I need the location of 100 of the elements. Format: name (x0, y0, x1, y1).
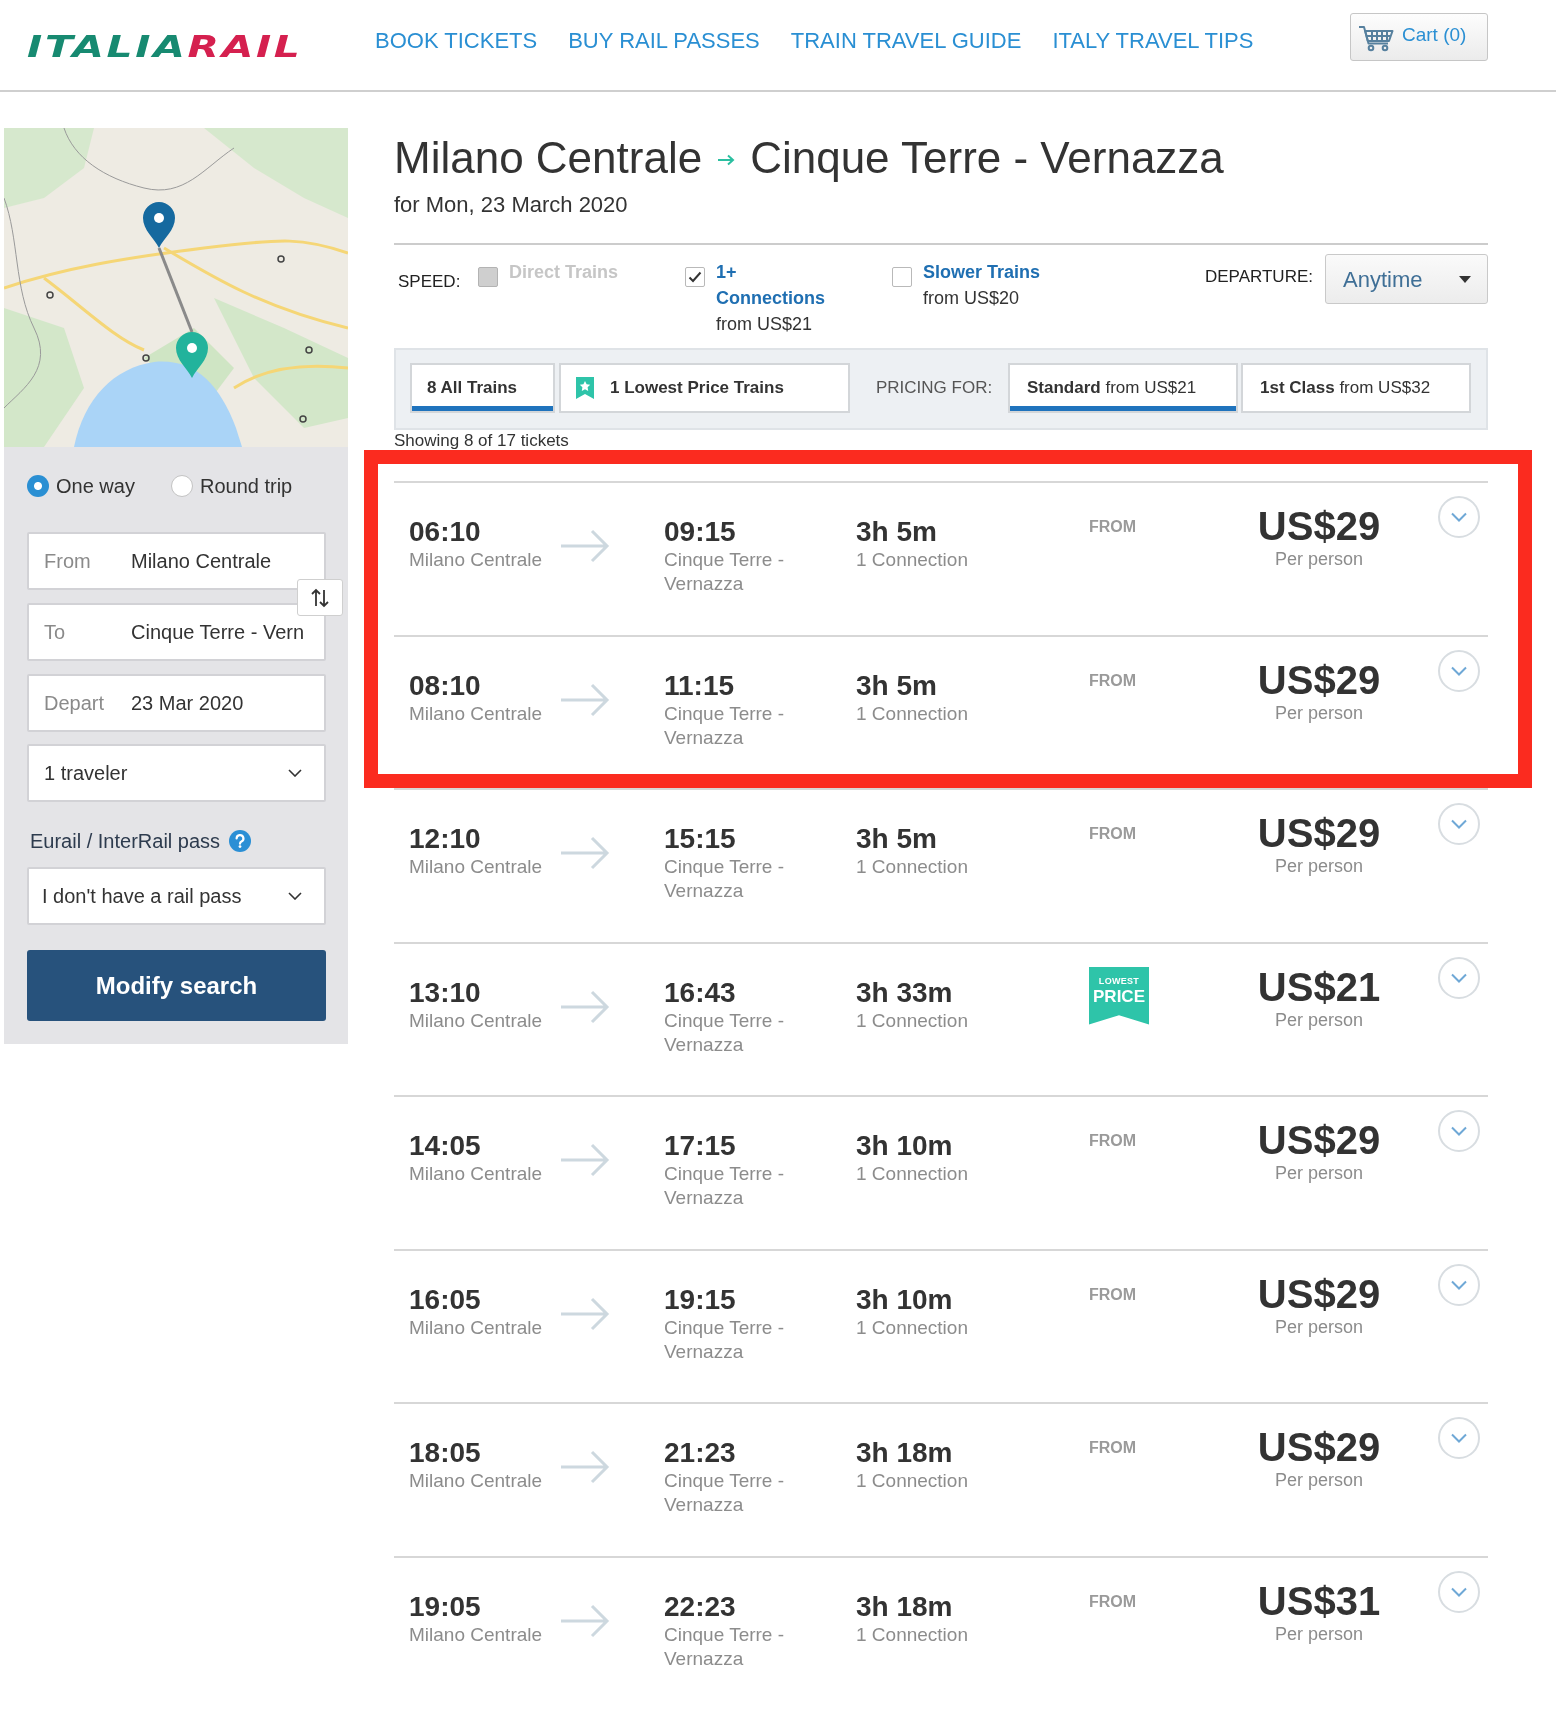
swap-button[interactable] (297, 579, 343, 616)
per-person-label: Per person (1274, 1469, 1364, 1491)
arrival-time: 19:15 (664, 1283, 736, 1316)
rail-pass-select[interactable]: I don't have a rail pass (27, 867, 326, 925)
station-name: Milano Centrale (409, 701, 543, 726)
rail-pass-label: Eurail / InterRail pass (30, 829, 221, 854)
arrow-right-icon (560, 1143, 610, 1177)
chevron-down-icon (1451, 972, 1467, 983)
connection-count: 1 Connection (856, 1315, 968, 1340)
chevron-down-icon (288, 892, 302, 900)
connection-count: 1 Connection (856, 855, 968, 879)
filter-option-label[interactable]: 1+ Connections (716, 259, 842, 311)
trip-duration: 3h 5m (856, 669, 937, 702)
station-name: Cinque Terre - Vernazza (664, 1622, 786, 1671)
checkbox[interactable] (892, 267, 912, 287)
price-from-label: FROM (1089, 1284, 1137, 1305)
pricing-tab[interactable]: 1st Class from US$32 (1241, 363, 1471, 413)
check-icon (688, 271, 702, 283)
per-person-label: Per person (1274, 1622, 1364, 1645)
cart-icon (1358, 24, 1394, 52)
expand-button[interactable] (1438, 1570, 1480, 1613)
radio-button[interactable] (27, 475, 49, 497)
trip-duration: 3h 10m (856, 1283, 953, 1316)
trip-duration: 3h 5m (856, 823, 937, 855)
expand-button[interactable] (1438, 496, 1480, 538)
chevron-down-icon (288, 769, 302, 777)
station-name: Milano Centrale (409, 548, 543, 572)
nav-link[interactable]: BOOK TICKETS (375, 27, 538, 55)
trip-duration: 3h 18m (856, 1590, 953, 1623)
expand-button[interactable] (1438, 1263, 1480, 1306)
departure-time: 19:05 (409, 1590, 481, 1623)
expand-button[interactable] (1438, 1417, 1480, 1459)
traveler-select[interactable]: 1 traveler (27, 744, 326, 802)
chevron-down-icon (1451, 1279, 1467, 1290)
price-note: from US$20 (923, 287, 1020, 310)
expand-button[interactable] (1438, 1110, 1480, 1152)
nav-link[interactable]: BUY RAIL PASSES (568, 27, 760, 55)
price-from-label: FROM (1089, 1591, 1137, 1612)
field-label: Depart (44, 691, 105, 716)
chevron-down-icon (1451, 512, 1467, 522)
arrival-time: 15:15 (664, 823, 736, 855)
arrival-time: 21:23 (664, 1437, 736, 1469)
price-from-label: FROM (1089, 517, 1137, 537)
filter-tab[interactable]: 1 Lowest Price Trains (559, 363, 850, 413)
arrow-right-icon (560, 682, 610, 717)
departure-time: 14:05 (409, 1130, 481, 1162)
nav-link[interactable]: ITALY TRAVEL TIPS (1052, 27, 1254, 55)
ticket-price: US$29 (1257, 1118, 1381, 1162)
help-icon (229, 830, 252, 852)
connection-count: 1 Connection (856, 1469, 968, 1493)
ticket-price: US$29 (1257, 657, 1381, 702)
expand-button[interactable] (1438, 649, 1480, 692)
departure-time: 06:10 (409, 516, 481, 548)
station-name: Cinque Terre - Vernazza (664, 701, 786, 750)
departure-dropdown[interactable]: Anytime (1325, 254, 1488, 304)
logo[interactable]: ITALIARAIL (27, 31, 303, 62)
price-from-label: FROM (1089, 670, 1137, 691)
connection-count: 1 Connection (856, 1622, 968, 1647)
arrow-right-icon (717, 154, 736, 166)
travel-date: for Mon, 23 March 2020 (394, 191, 628, 219)
connection-count: 1 Connection (856, 701, 968, 726)
station-name: Cinque Terre - Vernazza (664, 1008, 786, 1057)
ticket-price: US$29 (1257, 811, 1381, 855)
station-name: Cinque Terre - Vernazza (664, 1315, 786, 1364)
pricing-tab[interactable]: Standard from US$21 (1008, 363, 1238, 413)
radio-label[interactable]: Round trip (199, 471, 293, 501)
connection-count: 1 Connection (856, 548, 968, 572)
station-name: Cinque Terre - Vernazza (664, 1469, 786, 1517)
radio-label[interactable]: One way (56, 471, 135, 501)
price-from-label: FROM (1089, 824, 1137, 844)
field-label: To (44, 620, 66, 645)
text-field[interactable]: To Cinque Terre - Vern (27, 603, 326, 661)
expand-button[interactable] (1438, 803, 1480, 845)
checkbox[interactable] (685, 267, 705, 287)
text-field[interactable]: Depart 23 Mar 2020 (27, 674, 326, 732)
chevron-down-icon (1451, 819, 1467, 829)
destination-station-title: Cinque Terre - Vernazza (750, 132, 1224, 184)
expand-button[interactable] (1438, 956, 1480, 999)
filter-tab[interactable]: 8 All Trains (410, 363, 555, 413)
departure-time: 18:05 (409, 1437, 481, 1469)
arrival-time: 09:15 (664, 516, 736, 548)
station-name: Cinque Terre - Vernazza (664, 548, 786, 596)
station-name: Cinque Terre - Vernazza (664, 855, 786, 903)
ticket-price: US$29 (1257, 504, 1381, 548)
radio-button[interactable] (170, 475, 193, 497)
departure-time: 08:10 (409, 669, 481, 702)
arrival-time: 17:15 (664, 1130, 736, 1162)
arrival-time: 16:43 (664, 976, 736, 1009)
origin-station-title: Milano Centrale (394, 132, 703, 184)
modify-search-button[interactable]: Modify search (27, 950, 326, 1021)
station-name: Milano Centrale (409, 1469, 543, 1493)
trip-duration: 3h 33m (856, 976, 953, 1009)
field-label: From (44, 549, 91, 574)
per-person-label: Per person (1274, 701, 1364, 724)
text-field[interactable]: From Milano Centrale (27, 532, 326, 590)
arrow-right-icon (560, 1603, 610, 1638)
per-person-label: Per person (1274, 548, 1364, 570)
filter-option-label[interactable]: Slower Trains (923, 259, 1041, 285)
price-from-label: FROM (1089, 1131, 1137, 1151)
nav-link[interactable]: TRAIN TRAVEL GUIDE (790, 27, 1022, 55)
